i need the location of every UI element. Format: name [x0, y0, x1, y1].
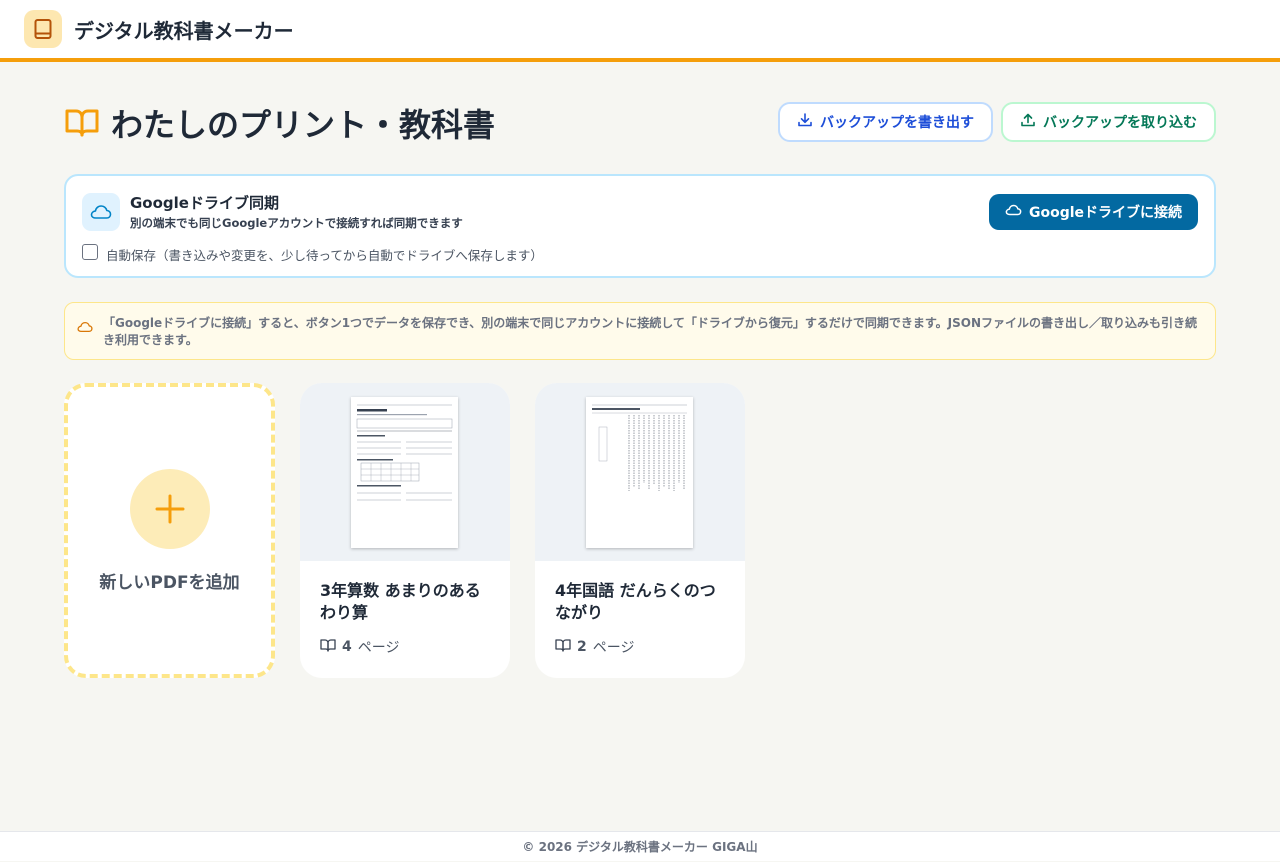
- top-bar: デジタル教科書メーカー: [0, 0, 1280, 62]
- open-book-icon: [320, 638, 336, 656]
- book-page-count: 4 ページ: [320, 637, 399, 657]
- book-thumbnail-area: [300, 383, 510, 561]
- export-backup-label: バックアップを書き出す: [820, 115, 974, 131]
- page-count-number: 4: [342, 639, 352, 655]
- auto-save-label: 自動保存（書き込みや変更を、少し待ってから自動でドライブへ保存します）: [106, 248, 543, 263]
- book-page-count: 2 ページ: [555, 637, 634, 657]
- info-text: 「Googleドライブに接続」すると、ボタン1つでデータを保存でき、別の端末で同…: [103, 316, 1198, 347]
- page-count-number: 2: [577, 639, 587, 655]
- sync-title: Googleドライブ同期: [130, 194, 279, 212]
- page-count-unit: ページ: [592, 640, 635, 656]
- cloud-icon: [1005, 204, 1022, 220]
- page-title: わたしのプリント・教科書: [111, 106, 496, 144]
- book-thumbnail-area: [535, 383, 745, 561]
- export-backup-button[interactable]: バックアップを書き出す: [778, 102, 993, 142]
- plus-icon: [130, 469, 210, 549]
- open-book-icon: [64, 104, 100, 140]
- add-pdf-card[interactable]: 新しいPDFを追加: [64, 383, 275, 678]
- book-thumbnail: [351, 397, 458, 548]
- cloud-icon: [77, 318, 93, 337]
- book-card[interactable]: 4年国語 だんらくのつながり 2 ページ: [535, 383, 745, 678]
- sync-description: 別の端末でも同じGoogleアカウントで接続すれば同期できます: [130, 216, 463, 230]
- import-backup-button[interactable]: バックアップを取り込む: [1001, 102, 1216, 142]
- upload-icon: [1020, 112, 1036, 132]
- book-card[interactable]: 3年算数 あまりのあるわり算 4 ページ: [300, 383, 510, 678]
- add-pdf-label: 新しいPDFを追加: [99, 573, 240, 593]
- book-thumbnail: [586, 397, 693, 548]
- info-banner: 「Googleドライブに接続」すると、ボタン1つでデータを保存でき、別の端末で同…: [64, 302, 1216, 360]
- drive-sync-card: Googleドライブ同期 別の端末でも同じGoogleアカウントで接続すれば同期…: [64, 174, 1216, 278]
- auto-save-checkbox[interactable]: [82, 244, 98, 260]
- connect-drive-label: Googleドライブに接続: [1028, 205, 1183, 221]
- connect-drive-button[interactable]: Googleドライブに接続: [989, 194, 1198, 230]
- page-count-unit: ページ: [357, 640, 400, 656]
- book-title: 3年算数 あまりのあるわり算: [320, 581, 481, 622]
- book-icon: [24, 10, 62, 48]
- footer: © 2026 デジタル教科書メーカー GIGA山: [0, 831, 1280, 861]
- import-backup-label: バックアップを取り込む: [1043, 115, 1197, 131]
- cloud-icon: [82, 193, 120, 231]
- book-title: 4年国語 だんらくのつながり: [555, 581, 716, 622]
- download-icon: [797, 112, 813, 132]
- open-book-icon: [555, 638, 571, 656]
- app-title: デジタル教科書メーカー: [74, 19, 294, 43]
